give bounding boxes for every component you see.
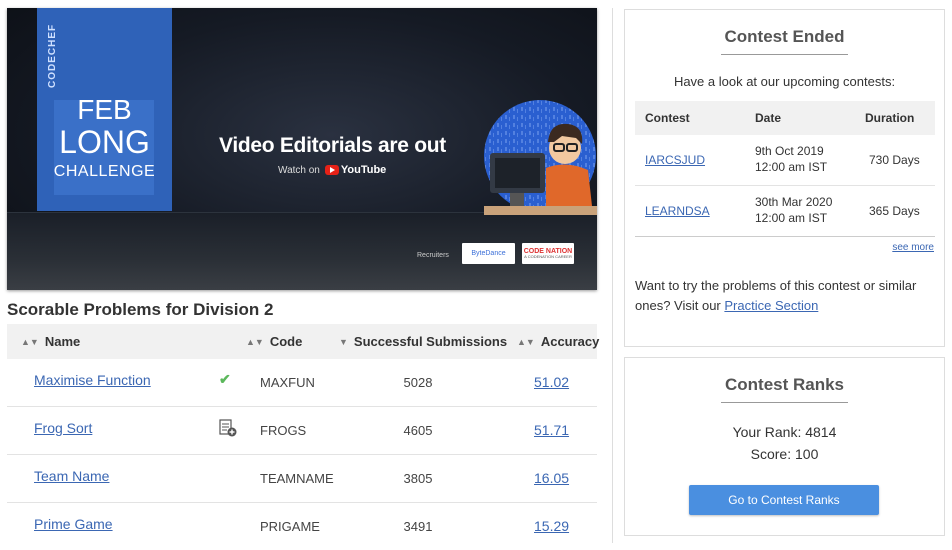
accuracy-link[interactable]: 15.29 — [534, 518, 569, 534]
partial-submission-icon — [219, 419, 237, 440]
upcoming-contests-header: Contest Date Duration — [635, 101, 935, 135]
contest-link[interactable]: IARCSJUD — [645, 153, 705, 167]
contest-ended-heading: Contest Ended — [625, 27, 944, 55]
youtube-logo: YouTube — [324, 164, 387, 176]
contest-date: 30th Mar 2020 12:00 am IST — [755, 194, 832, 226]
date-column-header: Date — [755, 111, 782, 125]
coder-illustration — [484, 100, 597, 215]
problem-name-link[interactable]: Maximise Function — [34, 372, 151, 388]
sort-desc-icon: ▼ — [339, 336, 348, 347]
practice-prompt: Want to try the problems of this contest… — [635, 276, 935, 316]
recruiters-label: Recruiters — [417, 252, 449, 259]
upcoming-contests-subtitle: Have a look at our upcoming contests: — [673, 74, 896, 89]
codechef-brand: CODECHEF — [47, 23, 58, 88]
watch-on-label: Watch on — [278, 164, 320, 176]
sort-icon: ▲▼ — [21, 336, 39, 347]
bytedance-logo: ByteDance — [462, 243, 515, 264]
column-divider — [612, 8, 613, 543]
banner-title-line3: CHALLENGE — [53, 163, 156, 180]
contest-ranks-panel: Contest Ranks Your Rank: 4814 Score: 100… — [624, 357, 945, 536]
table-row: Team Name TEAMNAME 3805 16.05 — [7, 455, 597, 503]
problems-table-header: ▲▼ Name ▲▼ Code ▼ Successful Submissions… — [7, 324, 599, 359]
accuracy-header-label: Accuracy — [540, 334, 600, 349]
accuracy-link[interactable]: 51.71 — [534, 422, 569, 438]
youtube-play-icon — [324, 165, 339, 175]
contest-date-day: 30th Mar 2020 — [755, 195, 833, 209]
problem-name-link[interactable]: Frog Sort — [34, 420, 92, 436]
successful-submissions: 4605 — [403, 423, 433, 438]
codenation-tagline: A CODENATION CAREER — [524, 254, 572, 259]
banner-title: FEB LONG CHALLENGE — [37, 96, 172, 180]
contest-date-time: 12:00 am IST — [755, 211, 828, 225]
contest-date-time: 12:00 am IST — [755, 160, 828, 174]
practice-section-link[interactable]: Practice Section — [724, 298, 818, 313]
name-column-header[interactable]: ▲▼ Name — [21, 334, 80, 349]
accuracy-link[interactable]: 51.02 — [534, 374, 569, 390]
problem-code: PRIGAME — [260, 519, 320, 534]
contest-ended-panel: Contest Ended Have a look at our upcomin… — [624, 9, 945, 347]
successful-submissions: 3491 — [403, 519, 433, 534]
problem-code: TEAMNAME — [260, 471, 334, 486]
contest-link[interactable]: LEARNDSA — [645, 204, 710, 218]
problems-table: ▲▼ Name ▲▼ Code ▼ Successful Submissions… — [7, 324, 599, 550]
submissions-column-header[interactable]: ▼ Successful Submissions — [339, 334, 507, 349]
problem-code: MAXFUN — [260, 375, 315, 390]
submissions-header-label: Successful Submissions — [353, 334, 508, 349]
your-rank: Your Rank: 4814 — [732, 424, 837, 440]
see-more-link[interactable]: see more — [892, 242, 934, 253]
sort-icon: ▲▼ — [517, 336, 535, 347]
go-to-contest-ranks-button[interactable]: Go to Contest Ranks — [689, 485, 879, 515]
name-header-label: Name — [44, 334, 81, 349]
codenation-logo: CODE NATION A CODENATION CAREER — [522, 243, 574, 264]
banner-headline: Video Editorials are out — [219, 134, 446, 157]
contest-date-day: 9th Oct 2019 — [755, 144, 824, 158]
contest-date: 9th Oct 2019 12:00 am IST — [755, 143, 827, 175]
accuracy-link[interactable]: 16.05 — [534, 470, 569, 486]
problem-name-link[interactable]: Prime Game — [34, 516, 113, 532]
banner-watch-on: Watch on YouTube — [278, 164, 386, 176]
duration-column-header: Duration — [865, 111, 915, 125]
problem-name-link[interactable]: Team Name — [34, 468, 109, 484]
problem-code: FROGS — [260, 423, 307, 438]
contest-duration: 365 Days — [869, 204, 920, 218]
upcoming-contests-table: Contest Date Duration IARCSJUD 9th Oct 2… — [635, 101, 935, 237]
youtube-label: YouTube — [340, 164, 387, 176]
score: Score: 100 — [750, 446, 819, 462]
contest-ranks-title: Contest Ranks — [720, 375, 849, 403]
successful-submissions: 5028 — [403, 375, 433, 390]
contest-duration: 730 Days — [869, 153, 920, 167]
accuracy-column-header[interactable]: ▲▼ Accuracy — [517, 334, 599, 349]
table-row: Maximise Function ✔ MAXFUN 5028 51.02 — [7, 359, 597, 407]
successful-submissions: 3805 — [403, 471, 433, 486]
contest-ended-title: Contest Ended — [720, 27, 849, 55]
table-row: Frog Sort FROGS 4605 51.71 — [7, 407, 597, 455]
contest-banner[interactable]: CODECHEF FEB LONG CHALLENGE Video Editor… — [7, 8, 597, 290]
banner-title-line2: LONG — [59, 124, 150, 160]
code-column-header[interactable]: ▲▼ Code — [246, 334, 302, 349]
sort-icon: ▲▼ — [246, 336, 264, 347]
code-header-label: Code — [269, 334, 303, 349]
table-row: IARCSJUD 9th Oct 2019 12:00 am IST 730 D… — [635, 135, 935, 186]
table-row: LEARNDSA 30th Mar 2020 12:00 am IST 365 … — [635, 186, 935, 237]
contest-column-header: Contest — [645, 111, 690, 125]
check-icon: ✔ — [219, 371, 231, 387]
banner-title-line1: FEB — [77, 94, 132, 125]
contest-ranks-heading: Contest Ranks — [625, 375, 944, 403]
problems-section-title: Scorable Problems for Division 2 — [7, 300, 274, 319]
